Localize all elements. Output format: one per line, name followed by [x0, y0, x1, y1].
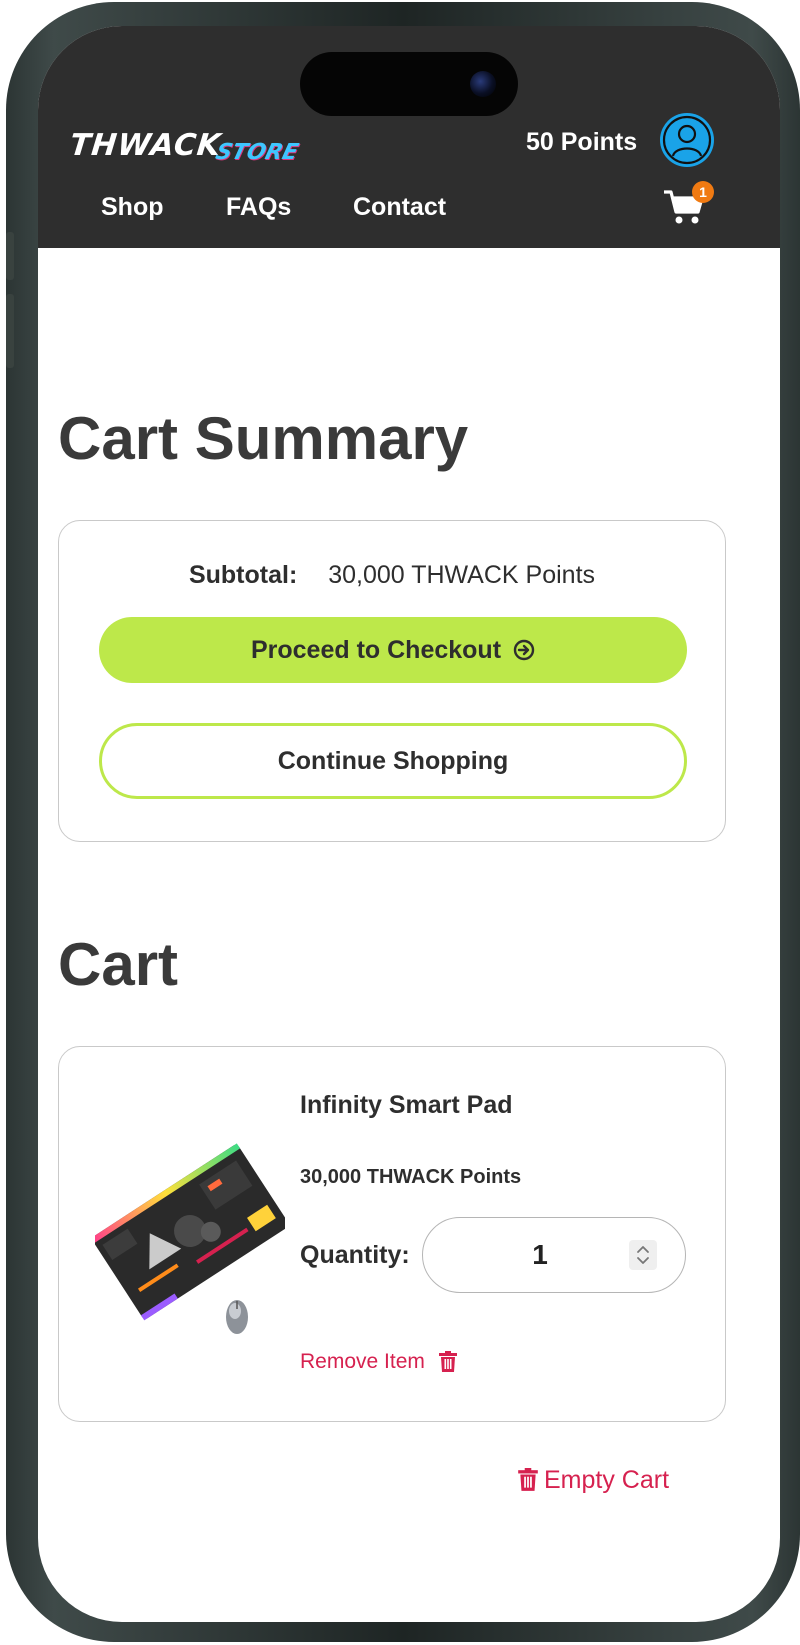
trash-icon	[518, 1468, 538, 1491]
screen: THWACK STORE 50 Points Shop FAQs Contact…	[38, 26, 780, 1622]
product-name[interactable]: Infinity Smart Pad	[300, 1089, 513, 1121]
dynamic-island	[300, 52, 518, 116]
subtotal-row: Subtotal: 30,000 THWACK Points	[59, 559, 725, 591]
phone-frame: THWACK STORE 50 Points Shop FAQs Contact…	[6, 2, 800, 1642]
proceed-to-checkout-button[interactable]: Proceed to Checkout	[99, 617, 687, 683]
arrow-circle-right-icon	[513, 639, 535, 661]
quantity-stepper-icon[interactable]	[629, 1240, 657, 1270]
remove-item-label: Remove Item	[300, 1350, 425, 1373]
product-image[interactable]	[95, 1131, 285, 1341]
subtotal-label: Subtotal:	[188, 561, 298, 589]
site-header: THWACK STORE 50 Points Shop FAQs Contact…	[38, 26, 780, 248]
cart-title: Cart	[58, 931, 179, 998]
trash-icon	[438, 1351, 457, 1372]
cart-count-badge: 1	[692, 181, 714, 203]
volume-up-button	[6, 294, 14, 368]
logo-subtext: STORE	[213, 140, 301, 165]
quantity-label: Quantity:	[300, 1241, 410, 1269]
cart-summary-card: Subtotal: 30,000 THWACK Points Proceed t…	[58, 520, 726, 842]
quantity-input[interactable]: 1	[422, 1217, 686, 1293]
empty-cart-label: Empty Cart	[544, 1466, 670, 1494]
checkout-button-label: Proceed to Checkout	[250, 635, 502, 664]
cart-item-card: Infinity Smart Pad 30,000 THWACK Points …	[58, 1046, 726, 1422]
cart-summary-title: Cart Summary	[58, 405, 469, 472]
nav-shop[interactable]: Shop	[101, 191, 164, 223]
product-price: 30,000 THWACK Points	[300, 1166, 522, 1188]
mute-switch	[6, 232, 14, 280]
camera-icon	[470, 71, 496, 97]
points-balance: 50 Points	[526, 128, 638, 156]
store-logo[interactable]: THWACK STORE	[68, 124, 301, 165]
logo-text: THWACK	[68, 128, 224, 163]
continue-shopping-button[interactable]: Continue Shopping	[99, 723, 687, 799]
quantity-value: 1	[532, 1239, 548, 1270]
user-avatar-icon[interactable]	[660, 113, 714, 167]
empty-cart-button[interactable]: Empty Cart	[518, 1464, 669, 1496]
subtotal-value: 30,000 THWACK Points	[328, 561, 596, 589]
remove-item-button[interactable]: Remove Item	[300, 1347, 457, 1377]
nav-faqs[interactable]: FAQs	[226, 191, 291, 223]
nav-contact[interactable]: Contact	[353, 191, 446, 223]
